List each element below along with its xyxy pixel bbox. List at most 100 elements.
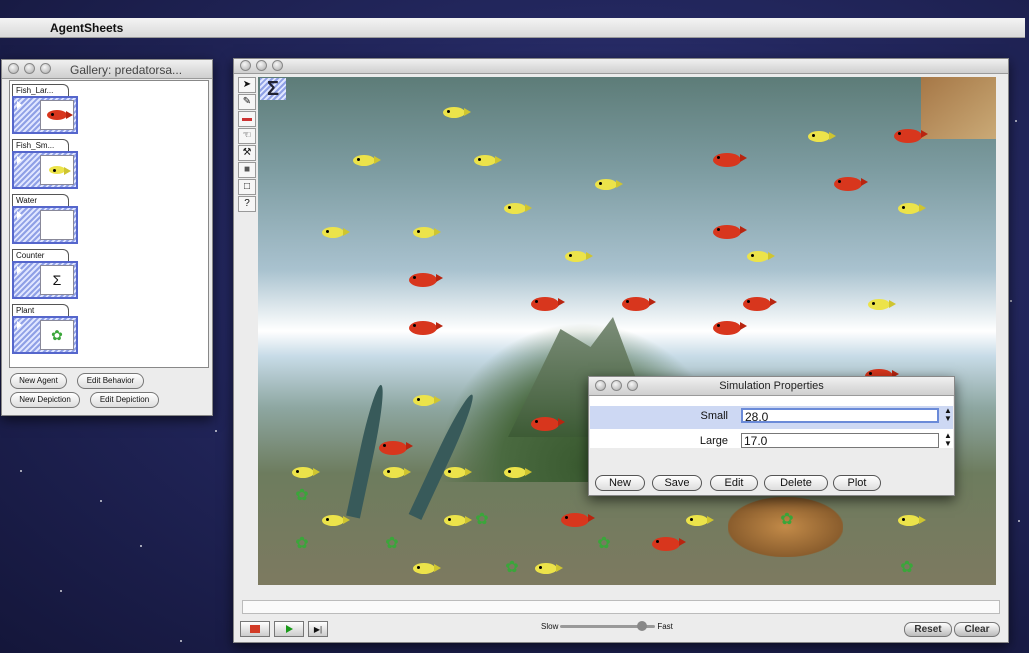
speed-slider-knob[interactable] — [636, 621, 647, 631]
gallery-titlebar[interactable]: Gallery: predatorsa... — [2, 60, 212, 79]
close-button[interactable] — [240, 60, 251, 71]
property-row-small[interactable]: Small 28.0 ▲ ▼ — [590, 406, 953, 429]
minimize-button[interactable] — [256, 60, 267, 71]
large-fish-agent[interactable] — [409, 273, 443, 287]
small-fish-agent[interactable] — [444, 515, 472, 526]
agent-fish-large[interactable]: Fish_Lar... — [12, 84, 84, 134]
small-fish-agent[interactable] — [868, 299, 896, 310]
horizontal-scrollbar[interactable] — [242, 600, 1000, 614]
worksheet-canvas[interactable]: Σ ✿ ✿ ✿ ✿ ✿ ✿ ✿ ✿ — [258, 77, 996, 585]
large-fish-agent[interactable] — [713, 153, 747, 167]
minimize-button[interactable] — [24, 63, 35, 74]
edit-button[interactable]: Edit — [710, 475, 758, 491]
small-fish-agent[interactable] — [747, 251, 775, 262]
small-fish-agent[interactable] — [443, 107, 471, 118]
disclosure-icon[interactable] — [17, 101, 22, 109]
agent-name: Plant — [12, 304, 69, 316]
large-fish-agent[interactable] — [622, 297, 656, 311]
small-fish-agent[interactable] — [898, 515, 926, 526]
small-fish-agent[interactable] — [292, 467, 320, 478]
new-agent-button[interactable]: New Agent — [10, 373, 67, 389]
plant-agent[interactable]: ✿ — [473, 511, 491, 529]
large-fish-agent[interactable] — [531, 297, 565, 311]
worksheet-titlebar[interactable] — [234, 59, 1008, 74]
speed-slider[interactable] — [560, 621, 656, 631]
small-fish-agent[interactable] — [808, 131, 836, 142]
agent-fish-small[interactable]: Fish_Sm... — [12, 139, 84, 189]
simulation-properties-titlebar[interactable]: Simulation Properties — [589, 377, 954, 396]
small-fish-agent[interactable] — [413, 227, 441, 238]
large-fish-agent[interactable] — [379, 441, 413, 455]
new-depiction-button[interactable]: New Depiction — [10, 392, 80, 408]
disclosure-icon[interactable] — [17, 266, 22, 274]
small-fish-agent[interactable] — [595, 179, 623, 190]
save-button[interactable]: Save — [652, 475, 702, 491]
step-button[interactable]: ▶| — [308, 621, 328, 637]
large-fish-agent[interactable] — [713, 321, 747, 335]
small-fish-agent[interactable] — [535, 563, 563, 574]
empty-rectangle-tool-icon[interactable]: □ — [238, 179, 256, 195]
disclosure-icon[interactable] — [17, 211, 22, 219]
play-icon — [285, 625, 293, 633]
stepper-icon[interactable]: ▲ ▼ — [944, 432, 952, 448]
run-button[interactable] — [274, 621, 304, 637]
clear-button[interactable]: Clear — [954, 622, 1000, 637]
plant-agent[interactable]: ✿ — [383, 535, 401, 553]
large-fish-agent[interactable] — [743, 297, 777, 311]
small-fish-agent[interactable] — [353, 155, 381, 166]
delete-button[interactable]: Delete — [764, 475, 828, 491]
disclosure-icon[interactable] — [17, 156, 22, 164]
small-fish-agent[interactable] — [322, 515, 350, 526]
small-fish-agent[interactable] — [504, 467, 532, 478]
large-fish-agent[interactable] — [531, 417, 565, 431]
stop-button[interactable] — [240, 621, 270, 637]
zoom-button[interactable] — [40, 63, 51, 74]
plant-agent[interactable]: ✿ — [595, 535, 613, 553]
property-row-large[interactable]: Large 17.0 ▲ ▼ — [590, 431, 953, 454]
pencil-tool-icon[interactable]: ✎ — [238, 94, 256, 110]
property-value-field[interactable]: 28.0 — [741, 408, 939, 424]
arrow-tool-icon[interactable]: ➤ — [238, 77, 256, 93]
plant-agent[interactable]: ✿ — [778, 511, 796, 529]
counter-agent-icon[interactable]: Σ — [260, 78, 286, 100]
close-button[interactable] — [8, 63, 19, 74]
eraser-tool-icon[interactable]: ▬ — [238, 111, 256, 127]
help-tool-icon[interactable]: ? — [238, 196, 256, 212]
property-value-field[interactable]: 17.0 — [741, 433, 939, 448]
app-name[interactable]: AgentSheets — [50, 21, 123, 35]
hammer-tool-icon[interactable]: ⚒ — [238, 145, 256, 161]
small-fish-agent[interactable] — [474, 155, 502, 166]
plot-button[interactable]: Plot — [833, 475, 881, 491]
zoom-button[interactable] — [272, 60, 283, 71]
new-button[interactable]: New — [595, 475, 645, 491]
plant-agent[interactable]: ✿ — [503, 559, 521, 577]
small-fish-agent[interactable] — [686, 515, 714, 526]
hand-tool-icon[interactable]: ☜ — [238, 128, 256, 144]
rectangle-tool-icon[interactable]: ■ — [238, 162, 256, 178]
small-fish-agent[interactable] — [322, 227, 350, 238]
large-fish-agent[interactable] — [409, 321, 443, 335]
small-fish-agent[interactable] — [444, 467, 472, 478]
edit-depiction-button[interactable]: Edit Depiction — [90, 392, 159, 408]
small-fish-agent[interactable] — [504, 203, 532, 214]
large-fish-agent[interactable] — [713, 225, 747, 239]
large-fish-agent[interactable] — [652, 537, 686, 551]
small-fish-agent[interactable] — [565, 251, 593, 262]
large-fish-agent[interactable] — [894, 129, 928, 143]
disclosure-icon[interactable] — [17, 321, 22, 329]
large-fish-agent[interactable] — [834, 177, 868, 191]
agent-plant[interactable]: Plant ✿ — [12, 304, 84, 354]
large-fish-agent[interactable] — [561, 513, 595, 527]
plant-agent[interactable]: ✿ — [293, 487, 311, 505]
stepper-icon[interactable]: ▲ ▼ — [944, 407, 952, 423]
small-fish-agent[interactable] — [413, 395, 441, 406]
plant-agent[interactable]: ✿ — [898, 559, 916, 577]
plant-agent[interactable]: ✿ — [293, 535, 311, 553]
edit-behavior-button[interactable]: Edit Behavior — [77, 373, 144, 389]
small-fish-agent[interactable] — [383, 467, 411, 478]
agent-water[interactable]: Water — [12, 194, 84, 244]
reset-button[interactable]: Reset — [904, 622, 952, 637]
small-fish-agent[interactable] — [413, 563, 441, 574]
small-fish-agent[interactable] — [898, 203, 926, 214]
agent-counter[interactable]: Counter Σ — [12, 249, 84, 299]
